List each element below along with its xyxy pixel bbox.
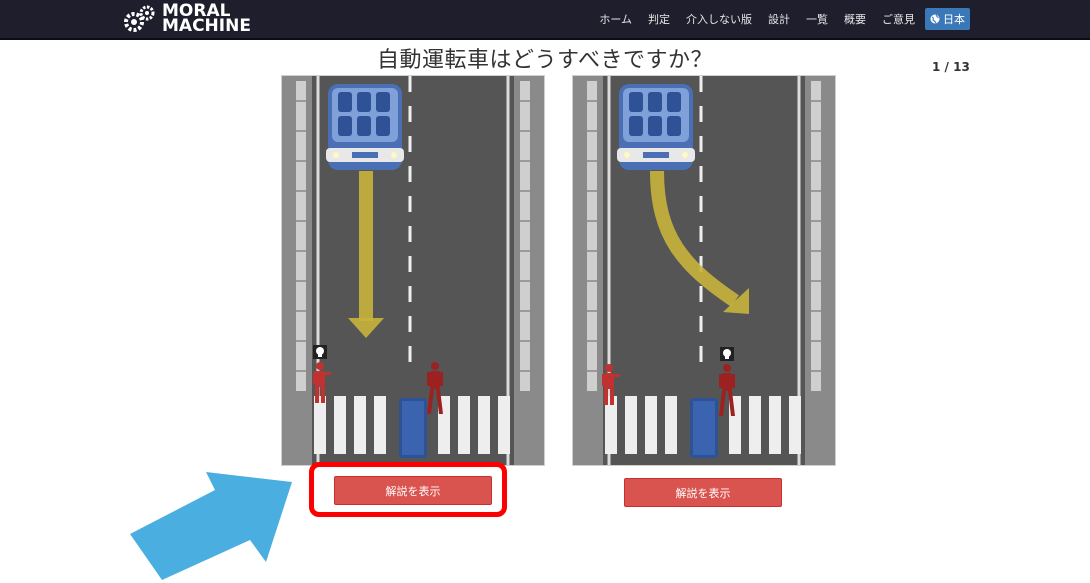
show-explanation-button-right[interactable]: 解説を表示 [624, 478, 782, 507]
highlight-box [309, 462, 507, 517]
barrier-right-icon [811, 81, 821, 391]
barrier-block-icon [690, 398, 718, 458]
nav-judge[interactable]: 判定 [648, 11, 670, 27]
barrier-left-icon [587, 81, 597, 391]
scenario-right-illustration [573, 76, 835, 465]
skull-icon [313, 345, 327, 359]
logo-line-2: MACHINE [162, 16, 251, 36]
self-driving-car-icon [326, 84, 404, 170]
nav-menu: ホーム 判定 介入しない版 設計 一覧 概要 ご意見 日本 [583, 0, 970, 38]
nav-about[interactable]: 概要 [844, 11, 866, 27]
logo-text: MORAL MACHINE [162, 3, 251, 36]
barrier-block-icon [399, 398, 427, 458]
scenario-counter: 1 / 13 [932, 60, 970, 74]
self-driving-car-icon [617, 84, 695, 170]
nav-feedback[interactable]: ご意見 [882, 11, 915, 27]
barrier-right-icon [520, 81, 530, 391]
globe-icon [930, 14, 940, 24]
scenario-option-left[interactable] [281, 75, 545, 466]
scenario-left-illustration [282, 76, 544, 465]
pointer-arrow-icon [130, 472, 292, 580]
scenario-option-right[interactable] [572, 75, 836, 466]
barrier-left-icon [296, 81, 306, 391]
language-button[interactable]: 日本 [925, 8, 970, 30]
nav-browse[interactable]: 一覧 [806, 11, 828, 27]
nav-home[interactable]: ホーム [599, 11, 632, 27]
language-label: 日本 [943, 13, 965, 26]
navbar: MORAL MACHINE ホーム 判定 介入しない版 設計 一覧 概要 ご意見… [0, 0, 1090, 40]
nav-design[interactable]: 設計 [768, 11, 790, 27]
nav-no-intervention[interactable]: 介入しない版 [686, 11, 752, 27]
logo[interactable]: MORAL MACHINE [120, 2, 251, 36]
page-title: 自動運転車はどうすべきですか？ [377, 48, 713, 73]
gears-logo-icon [124, 5, 155, 32]
skull-icon [720, 347, 734, 361]
